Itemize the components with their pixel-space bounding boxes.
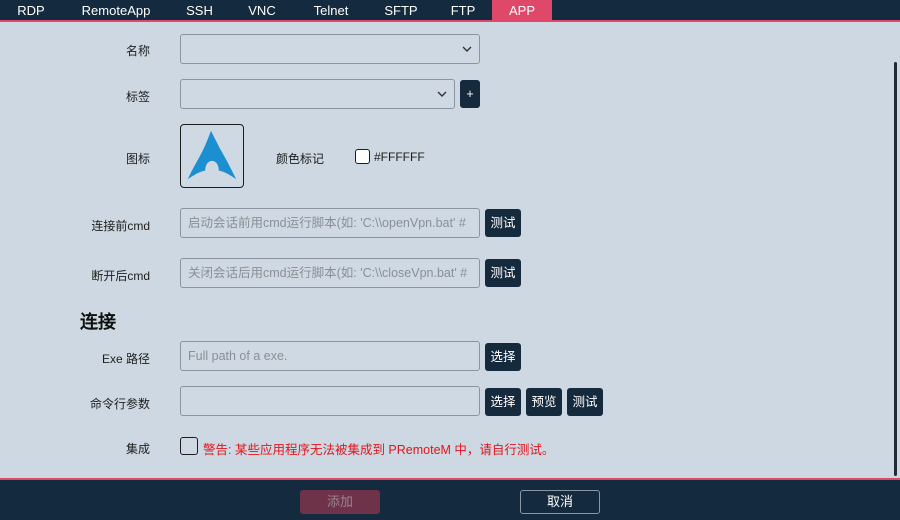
tags-label: 标签 — [125, 90, 150, 104]
cancel-button[interactable]: 取消 — [520, 490, 600, 514]
tab-ftp[interactable]: FTP — [440, 0, 486, 20]
tab-rdp[interactable]: RDP — [0, 0, 62, 20]
tags-combobox[interactable] — [180, 79, 455, 109]
post-disconnect-cmd-input[interactable] — [181, 259, 479, 287]
tags-input[interactable] — [181, 80, 454, 108]
exe-path-field[interactable] — [180, 341, 480, 371]
pre-connect-cmd-label: 连接前cmd — [91, 219, 150, 233]
chevron-down-icon — [462, 46, 472, 52]
args-test-button[interactable]: 测试 — [567, 388, 603, 416]
name-label: 名称 — [125, 44, 150, 58]
name-input[interactable] — [181, 35, 479, 63]
integrate-warning: 警告: 某些应用程序无法被集成到 PRemoteM 中，请自行测试。 — [203, 443, 555, 457]
tab-vnc[interactable]: VNC — [236, 0, 288, 20]
pre-connect-cmd-input[interactable] — [181, 209, 479, 237]
add-button[interactable]: 添加 — [300, 490, 380, 514]
post-disconnect-cmd-field[interactable] — [180, 258, 480, 288]
icon-picker[interactable] — [180, 124, 244, 188]
tab-ssh[interactable]: SSH — [172, 0, 227, 20]
color-mark-label: 颜色标记 — [276, 152, 325, 166]
args-input[interactable] — [181, 387, 479, 415]
post-disconnect-test-button[interactable]: 测试 — [485, 259, 521, 287]
args-preview-button[interactable]: 预览 — [526, 388, 562, 416]
protocol-tab-bar: RDP RemoteApp SSH VNC Telnet SFTP FTP AP… — [0, 0, 900, 22]
args-label: 命令行参数 — [89, 397, 150, 411]
scrollbar[interactable] — [894, 62, 897, 476]
exe-path-input[interactable] — [181, 342, 479, 370]
chevron-down-icon — [437, 91, 447, 97]
post-disconnect-cmd-label: 断开后cmd — [91, 269, 150, 283]
tab-app[interactable]: APP — [492, 0, 552, 20]
add-tag-button[interactable]: + — [460, 80, 480, 108]
tab-remoteapp[interactable]: RemoteApp — [70, 0, 162, 20]
integrate-label: 集成 — [125, 442, 150, 456]
integrate-checkbox[interactable] — [180, 437, 198, 455]
tab-sftp[interactable]: SFTP — [372, 0, 430, 20]
color-mark-checkbox[interactable] — [355, 149, 370, 164]
args-field[interactable] — [180, 386, 480, 416]
pre-connect-cmd-field[interactable] — [180, 208, 480, 238]
tab-telnet[interactable]: Telnet — [300, 0, 362, 20]
exe-path-label: Exe 路径 — [101, 352, 150, 366]
exe-select-button[interactable]: 选择 — [485, 343, 521, 371]
section-title-connection: 连接 — [80, 312, 116, 332]
pre-connect-test-button[interactable]: 测试 — [485, 209, 521, 237]
icon-label: 图标 — [125, 152, 150, 166]
footer-bar: 添加 取消 — [0, 478, 900, 520]
color-mark-value: #FFFFFF — [374, 150, 425, 164]
arch-linux-logo-icon — [187, 130, 237, 180]
name-combobox[interactable] — [180, 34, 480, 64]
args-select-button[interactable]: 选择 — [485, 388, 521, 416]
